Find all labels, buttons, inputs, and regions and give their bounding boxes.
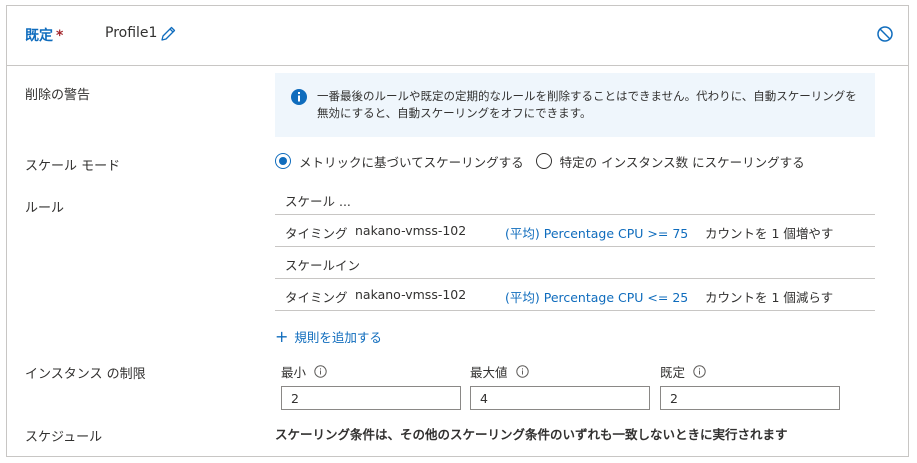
rule-action: カウントを 1 個減らす: [705, 290, 834, 305]
delete-warning-label: 削除の警告: [25, 88, 91, 103]
default-instances-group: 既定: [660, 362, 840, 410]
radio-scale-by-metric[interactable]: メトリックに基づいてスケーリングする: [275, 152, 524, 171]
required-mark: *: [56, 28, 64, 44]
disabled-circle-icon[interactable]: [876, 25, 894, 43]
rule-timing: タイミング: [285, 290, 348, 305]
max-instances-group: 最大値: [470, 362, 650, 410]
scale-condition-card: 既定 * Profile1 削除の警告 一番最後のルールや既定の定期的なルールを削…: [6, 5, 909, 457]
rule-timing: タイミング: [285, 226, 348, 241]
max-instances-label: 最大値: [470, 362, 650, 380]
rule-resource: nakano-vmss-102: [355, 287, 467, 302]
rule-metric-link[interactable]: (平均) Percentage CPU <= 25: [505, 287, 688, 306]
default-instances-input[interactable]: [660, 386, 840, 410]
default-instances-label: 既定: [660, 362, 840, 380]
radio-button[interactable]: [535, 153, 552, 169]
default-label-text: 既定: [660, 364, 686, 380]
info-icon[interactable]: [693, 364, 706, 378]
min-instances-group: 最小: [281, 362, 461, 410]
info-icon[interactable]: [314, 364, 327, 378]
rule-group-title: スケールイン: [285, 258, 361, 273]
rule-group-scale-out: スケール ...: [275, 183, 875, 215]
rule-group-title: スケール ...: [285, 194, 351, 209]
radio-button-checked[interactable]: [275, 153, 291, 169]
profile-name: Profile1: [105, 25, 158, 41]
min-instances-label: 最小: [281, 362, 461, 380]
scale-mode-label: スケール モード: [25, 159, 121, 174]
add-rule-label: 規則を追加する: [294, 330, 382, 345]
radio-label: 特定の インスタンス数 にスケーリングする: [559, 154, 805, 170]
min-instances-input[interactable]: [281, 386, 461, 410]
delete-warning-text: 一番最後のルールや既定の定期的なルールを削除することはできません。代わりに、自動…: [317, 89, 857, 120]
table-row[interactable]: タイミング nakano-vmss-102 (平均) Percentage CP…: [275, 279, 875, 311]
rule-resource: nakano-vmss-102: [355, 223, 467, 238]
table-row[interactable]: タイミング nakano-vmss-102 (平均) Percentage CP…: [275, 215, 875, 247]
max-instances-input[interactable]: [470, 386, 650, 410]
rule-metric-link[interactable]: (平均) Percentage CPU >= 75: [505, 223, 688, 242]
radio-label: メトリックに基づいてスケーリングする: [299, 154, 524, 170]
min-label-text: 最小: [281, 364, 307, 380]
instance-limits-label: インスタンス の制限: [25, 367, 146, 382]
schedule-label: スケジュール: [25, 430, 103, 445]
rule-group-scale-in: スケールイン: [275, 247, 875, 279]
pencil-icon[interactable]: [159, 25, 177, 43]
schedule-description: スケーリング条件は、その他のスケーリング条件のいずれも一致しないときに実行されま…: [275, 427, 788, 442]
plus-icon: +: [275, 326, 289, 346]
info-icon: [291, 89, 307, 105]
rules-label: ルール: [25, 201, 65, 216]
profile-type-label: 既定 *: [25, 28, 64, 44]
delete-warning-box: 一番最後のルールや既定の定期的なルールを削除することはできません。代わりに、自動…: [275, 73, 875, 137]
rule-action: カウントを 1 個増やす: [705, 226, 834, 241]
radio-scale-to-count[interactable]: 特定の インスタンス数 にスケーリングする: [535, 152, 805, 171]
max-label-text: 最大値: [470, 364, 508, 380]
info-icon[interactable]: [515, 364, 529, 378]
rules-table: スケール ... タイミング nakano-vmss-102 (平均) Perc…: [275, 183, 875, 311]
profile-header: 既定 * Profile1: [7, 6, 908, 66]
add-rule-button[interactable]: + 規則を追加する: [275, 327, 382, 346]
scale-mode-radio-group: メトリックに基づいてスケーリングする 特定の インスタンス数 にスケーリングする: [275, 151, 817, 171]
